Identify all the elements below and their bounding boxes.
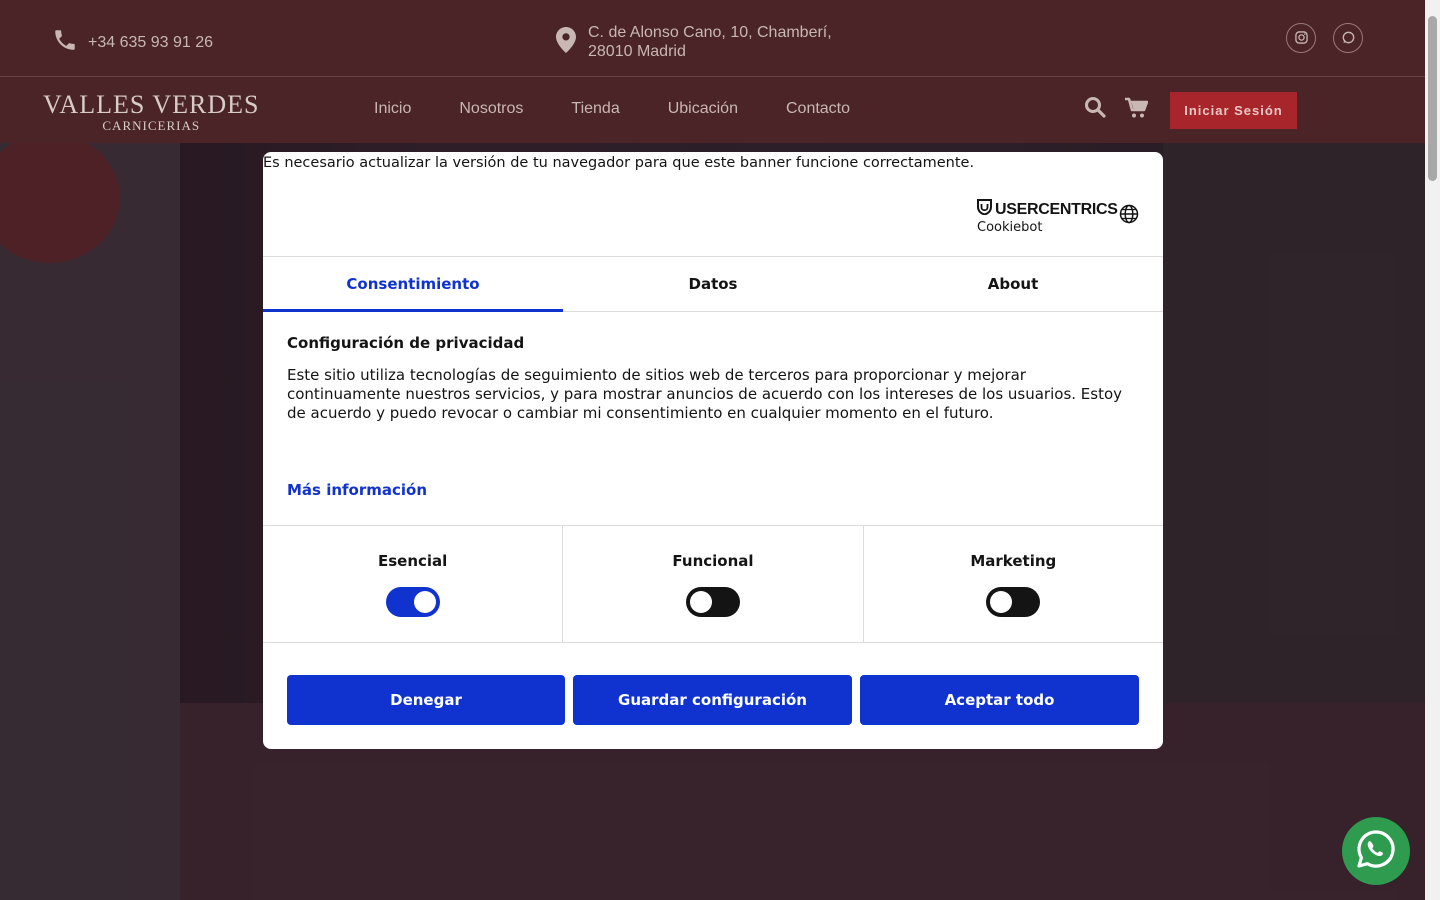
browser-update-notice: Es necesario actualizar la versión de tu…	[263, 155, 975, 171]
logo-title: VALLES VERDES	[43, 90, 260, 119]
category-marketing: Marketing	[864, 526, 1163, 642]
whatsapp-icon	[1354, 827, 1398, 875]
privacy-title: Configuración de privacidad	[287, 334, 525, 352]
category-esencial: Esencial	[263, 526, 564, 642]
consent-categories: Esencial Funcional Marketing	[263, 525, 1163, 643]
usercentrics-shield-icon	[977, 199, 992, 220]
marketing-toggle[interactable]	[986, 587, 1041, 617]
top-bar: +34 635 93 91 26 C. de Alonso Cano, 10, …	[0, 0, 1425, 77]
nav-item-contacto[interactable]: Contacto	[786, 100, 850, 118]
category-label: Esencial	[378, 552, 448, 570]
category-label: Funcional	[672, 552, 754, 570]
phone-icon	[52, 27, 78, 58]
search-icon[interactable]	[1084, 96, 1106, 122]
site-logo[interactable]: VALLES VERDES CARNICERIAS	[43, 91, 259, 133]
brand-usercentrics: USERCENTRICS	[995, 200, 1118, 218]
nav-item-nosotros[interactable]: Nosotros	[459, 100, 523, 118]
category-label: Marketing	[970, 552, 1057, 570]
nav-item-tienda[interactable]: Tienda	[571, 100, 619, 118]
toggle-knob	[990, 591, 1013, 613]
toggle-knob	[689, 591, 712, 613]
cookie-consent-dialog: Es necesario actualizar la versión de tu…	[263, 152, 1163, 749]
more-info-link[interactable]: Más información	[287, 481, 427, 499]
save-settings-button[interactable]: Guardar configuración	[573, 675, 852, 725]
nav-links: Inicio Nosotros Tienda Ubicación Contact…	[374, 100, 898, 118]
address-line-2: 28010 Madrid	[588, 43, 686, 60]
category-funcional: Funcional	[563, 526, 864, 642]
toggle-knob	[413, 591, 436, 613]
logo-subtitle: CARNICERIAS	[102, 118, 201, 133]
consent-tabs: Consentimiento Datos About	[263, 256, 1163, 312]
brand-cookiebot: Cookiebot	[977, 220, 1043, 235]
esencial-toggle[interactable]	[385, 587, 440, 617]
instagram-link[interactable]	[1286, 23, 1316, 53]
tab-about[interactable]: About	[863, 257, 1163, 311]
deny-button[interactable]: Denegar	[287, 675, 565, 725]
accept-all-button[interactable]: Aceptar todo	[860, 675, 1139, 725]
page-scrollbar[interactable]	[1425, 0, 1440, 900]
main-navbar: VALLES VERDES CARNICERIAS Inicio Nosotro…	[0, 77, 1425, 143]
tab-consentimiento[interactable]: Consentimiento	[263, 257, 563, 312]
cart-icon[interactable]	[1124, 97, 1149, 123]
consent-actions: Denegar Guardar configuración Aceptar to…	[287, 675, 1139, 725]
phone-number: +34 635 93 91 26	[88, 33, 214, 51]
location-pin-icon	[556, 26, 576, 58]
phone-contact[interactable]: +34 635 93 91 26	[52, 27, 213, 58]
nav-item-ubicacion[interactable]: Ubicación	[668, 100, 738, 118]
login-button[interactable]: Iniciar Sesión	[1170, 92, 1297, 129]
tab-datos[interactable]: Datos	[563, 257, 863, 311]
address-line-1: C. de Alonso Cano, 10, Chamberí,	[588, 24, 832, 41]
privacy-description: Este sitio utiliza tecnologías de seguim…	[287, 366, 1123, 422]
cookiebot-logo: USERCENTRICS Cookiebot	[977, 199, 1118, 235]
address-contact[interactable]: C. de Alonso Cano, 10, Chamberí, 28010 M…	[556, 23, 832, 61]
instagram-icon	[1294, 29, 1308, 48]
scrollbar-thumb[interactable]	[1428, 16, 1437, 181]
whatsapp-float-button[interactable]	[1342, 817, 1410, 885]
whatsapp-small-icon	[1342, 29, 1355, 48]
whatsapp-link[interactable]	[1333, 23, 1363, 53]
nav-item-inicio[interactable]: Inicio	[374, 100, 411, 118]
funcional-toggle[interactable]	[685, 587, 740, 617]
language-globe-icon[interactable]	[1119, 204, 1139, 228]
